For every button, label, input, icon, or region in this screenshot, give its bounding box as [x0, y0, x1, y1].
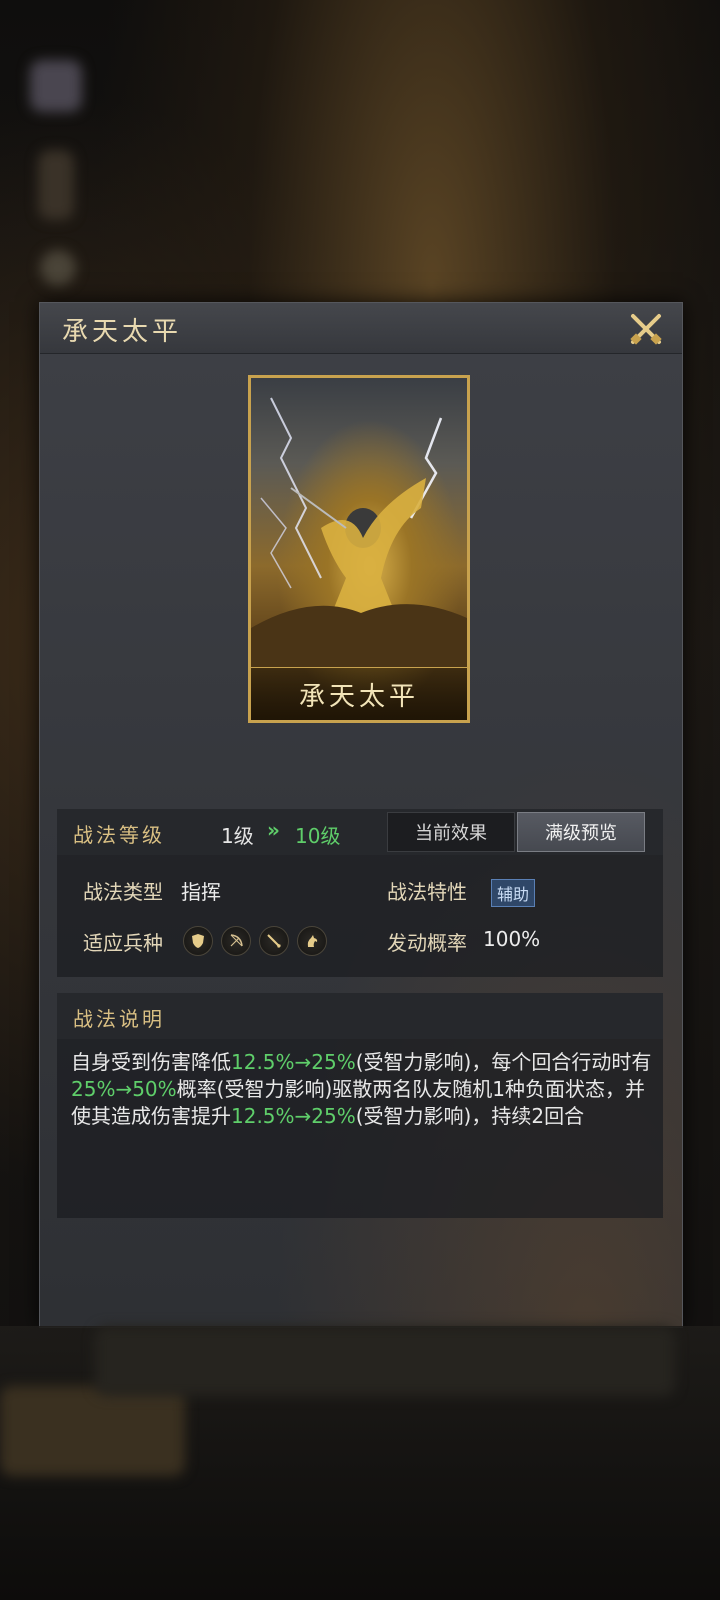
horse-icon	[297, 926, 327, 956]
card-name: 承天太平	[298, 681, 419, 712]
trigger-rate-value: 100%	[483, 927, 541, 951]
skill-description-panel: 战法说明 自身受到伤害降低12.5%→25%(受智力影响)，每个回合行动时有25…	[57, 993, 663, 1218]
background-sidebar	[38, 150, 74, 220]
dialog-header: 承天太平	[40, 303, 682, 354]
description-header: 战法说明	[57, 993, 663, 1039]
description-part: 自身受到伤害降低	[71, 1050, 231, 1074]
tab-current-effect[interactable]: 当前效果	[387, 812, 515, 852]
skill-card: 承天太平	[248, 375, 470, 723]
level-from: 1级	[221, 824, 254, 848]
shield-icon	[183, 926, 213, 956]
skill-info-panel: 战法等级 1级 » 10级 当前效果 满级预览 战法类型 指挥 战法特性 辅助 …	[57, 809, 663, 977]
skill-type-value: 指挥	[181, 880, 221, 904]
level-arrow-icon: »	[267, 818, 280, 842]
background-avatar	[30, 60, 82, 112]
background-row	[95, 1326, 675, 1396]
description-text: 自身受到伤害降低12.5%→25%(受智力影响)，每个回合行动时有25%→50%…	[71, 1049, 655, 1130]
close-button[interactable]	[624, 307, 668, 351]
skill-trait-label: 战法特性	[387, 880, 467, 904]
skill-type-label: 战法类型	[83, 880, 163, 904]
description-value-highlight: 25%→50%	[71, 1077, 177, 1101]
close-crossed-swords-icon	[630, 314, 662, 345]
dialog-title: 承天太平	[62, 317, 183, 347]
tab-max-level-preview[interactable]: 满级预览	[517, 812, 645, 852]
background-tab	[0, 1386, 185, 1476]
level-to: 10级	[295, 824, 341, 848]
description-part: (受智力影响)，每个回合行动时有	[355, 1050, 652, 1074]
description-title: 战法说明	[73, 1007, 165, 1031]
trigger-rate-label: 发动概率	[387, 931, 467, 955]
description-value-highlight: 12.5%→25%	[231, 1050, 356, 1074]
background-bottom-menu	[0, 1326, 720, 1600]
troop-types-label: 适应兵种	[83, 931, 163, 955]
card-name-bar: 承天太平	[251, 667, 467, 720]
skill-trait-badge: 辅助	[491, 879, 536, 907]
card-artwork	[251, 397, 467, 668]
bow-icon	[221, 926, 251, 956]
description-part: (受智力影响)，持续2回合	[355, 1104, 585, 1128]
level-bar: 战法等级 1级 » 10级 当前效果 满级预览	[57, 809, 663, 855]
background-icon	[40, 250, 76, 286]
description-value-highlight: 12.5%→25%	[231, 1104, 356, 1128]
level-label: 战法等级	[73, 823, 165, 847]
skill-detail-dialog: 承天太平 承天太平 战法等级 1级 » 10级 当前效果 满级预览 战法类型 指…	[39, 302, 683, 1328]
spear-icon	[259, 926, 289, 956]
